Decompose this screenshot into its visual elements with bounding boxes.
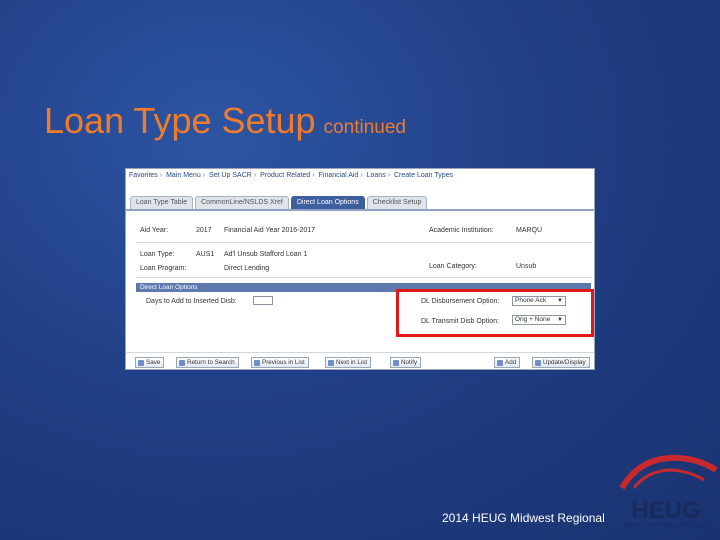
save-button[interactable]: Save: [135, 357, 165, 368]
loan-type-description: Ad'l Unsub Stafford Loan 1: [224, 251, 308, 258]
institution-value: MARQU: [516, 227, 543, 234]
add-label: Add: [505, 359, 517, 366]
previous-in-list-button[interactable]: Previous in List: [251, 357, 309, 368]
tab-loan-type-table[interactable]: Loan Type Table: [130, 196, 194, 209]
previous-in-list-label: Previous in List: [262, 359, 305, 366]
breadcrumb-separator: ›: [253, 172, 257, 179]
logo-inner-arc: [632, 468, 705, 489]
tab-direct-loan-options[interactable]: Direct Loan Options: [290, 196, 365, 209]
return-to-search-button[interactable]: Return to Search: [176, 357, 239, 368]
tab-bar: Loan Type Table CommonLine/NSLDS Xref Di…: [130, 196, 428, 209]
notify-icon: [393, 360, 399, 366]
logo-tagline: HIGHER EDUCATION USER GROUP: [624, 523, 710, 529]
next-icon: [328, 360, 334, 366]
page-toolbar: Save Return to Search Previous in List N…: [126, 352, 594, 369]
divider: [136, 242, 591, 243]
tab-commonline-nslds-xref[interactable]: CommonLine/NSLDS Xref: [195, 196, 289, 209]
notify-button[interactable]: Notify: [390, 357, 422, 368]
logo-trademark: TM: [704, 530, 710, 535]
red-highlight-box: [396, 289, 594, 337]
loan-category-label: Loan Category:: [429, 263, 477, 270]
loan-type-value: AUS1: [196, 251, 215, 258]
institution-label: Academic Institution:: [429, 227, 494, 234]
breadcrumb-main-menu[interactable]: Main Menu: [166, 172, 201, 179]
add-icon: [497, 360, 503, 366]
aid-year-description: Financial Aid Year 2016-2017: [224, 227, 316, 234]
aid-year-value: 2017: [196, 227, 212, 234]
breadcrumb-create-loan-types[interactable]: Create Loan Types: [394, 172, 453, 179]
logo-text: HEUG: [631, 497, 700, 524]
heug-logo: HEUG HIGHER EDUCATION USER GROUP TM: [619, 454, 718, 535]
slide-title-continued: continued: [323, 117, 406, 138]
update-display-button[interactable]: Update/Display: [532, 357, 590, 368]
days-to-add-label: Days to Add to Inserted Disb:: [146, 298, 237, 305]
breadcrumb-financial-aid[interactable]: Financial Aid: [319, 172, 359, 179]
loan-program-value: Direct Lending: [224, 265, 270, 272]
add-button[interactable]: Add: [494, 357, 521, 368]
return-icon: [179, 360, 185, 366]
divider: [136, 277, 591, 278]
breadcrumb-loans[interactable]: Loans: [367, 172, 386, 179]
save-button-label: Save: [146, 359, 161, 366]
breadcrumb-separator: ›: [159, 172, 163, 179]
loan-category-value: Unsub: [516, 263, 537, 270]
slide-title: Loan Type Setup continued: [44, 100, 406, 142]
slide-title-main: Loan Type Setup: [44, 100, 316, 141]
tab-checklist-setup[interactable]: Checklist Setup: [366, 196, 428, 209]
next-in-list-button[interactable]: Next in List: [325, 357, 372, 368]
peoplesoft-screenshot: Favorites › Main Menu › Set Up SACR › Produ…: [125, 168, 595, 370]
breadcrumb-product-related[interactable]: Product Related: [260, 172, 310, 179]
update-icon: [535, 360, 541, 366]
breadcrumb-favorites[interactable]: Favorites: [129, 172, 158, 179]
breadcrumb-separator: ›: [202, 172, 206, 179]
loan-type-label: Loan Type:: [140, 251, 175, 258]
days-to-add-input[interactable]: [253, 296, 273, 305]
next-in-list-label: Next in List: [336, 359, 368, 366]
tab-underline: [126, 209, 594, 211]
save-icon: [138, 360, 144, 366]
breadcrumb: Favorites › Main Menu › Set Up SACR › Produ…: [126, 169, 594, 183]
loan-program-label: Loan Program:: [140, 265, 187, 272]
return-to-search-label: Return to Search: [187, 359, 235, 366]
breadcrumb-separator: ›: [387, 172, 391, 179]
update-display-label: Update/Display: [543, 359, 586, 366]
breadcrumb-separator: ›: [360, 172, 363, 179]
aid-year-label: Aid Year:: [140, 227, 169, 234]
breadcrumb-set-up-sacr[interactable]: Set Up SACR: [209, 172, 252, 179]
notify-label: Notify: [401, 359, 418, 366]
breadcrumb-separator: ›: [312, 172, 315, 179]
footer-text: 2014 HEUG Midwest Regional: [442, 511, 605, 525]
previous-icon: [254, 360, 260, 366]
